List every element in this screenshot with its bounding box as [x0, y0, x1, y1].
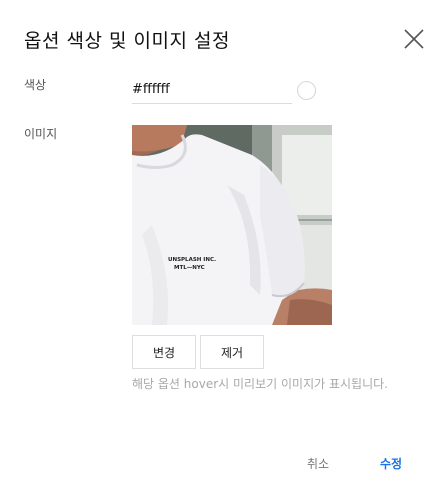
shirt-print-line2: MTL—NYC: [174, 265, 205, 271]
image-helper-text: 해당 옵션 hover시 미리보기 이미지가 표시됩니다.: [132, 377, 388, 391]
close-icon: [404, 29, 424, 49]
cancel-button[interactable]: 취소: [307, 455, 329, 472]
shirt-print-line1: UNSPLASH INC.: [168, 257, 216, 263]
option-settings-dialog: 옵션 색상 및 이미지 설정 색상 이미지: [0, 0, 448, 492]
submit-button[interactable]: 수정: [380, 455, 402, 472]
option-image-preview: UNSPLASH INC. MTL—NYC: [132, 125, 332, 325]
change-image-button[interactable]: 변경: [132, 335, 196, 369]
image-label: 이미지: [24, 127, 58, 141]
color-label: 색상: [24, 78, 47, 92]
color-swatch[interactable]: [297, 81, 316, 100]
color-hex-input[interactable]: [132, 76, 292, 104]
dialog-title: 옵션 색상 및 이미지 설정: [24, 30, 230, 52]
remove-image-button[interactable]: 제거: [200, 335, 264, 369]
close-button[interactable]: [402, 27, 426, 51]
